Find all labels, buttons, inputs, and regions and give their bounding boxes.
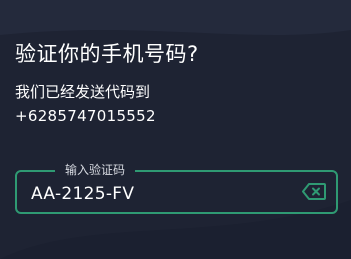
page-title: 验证你的手机号码? <box>15 42 199 66</box>
verification-code-field[interactable]: 输入验证码 AA-2125-FV <box>15 162 338 214</box>
code-field-label: 输入验证码 <box>55 162 136 178</box>
backspace-clear-icon <box>302 183 326 200</box>
clear-code-button[interactable] <box>302 183 326 200</box>
code-input-value[interactable]: AA-2125-FV <box>31 183 134 205</box>
verification-screen: 验证你的手机号码? 我们已经发送代码到 +6285747015552 输入验证码… <box>15 0 351 259</box>
sent-code-text: 我们已经发送代码到 <box>15 83 151 101</box>
phone-number: +6285747015552 <box>15 107 156 125</box>
